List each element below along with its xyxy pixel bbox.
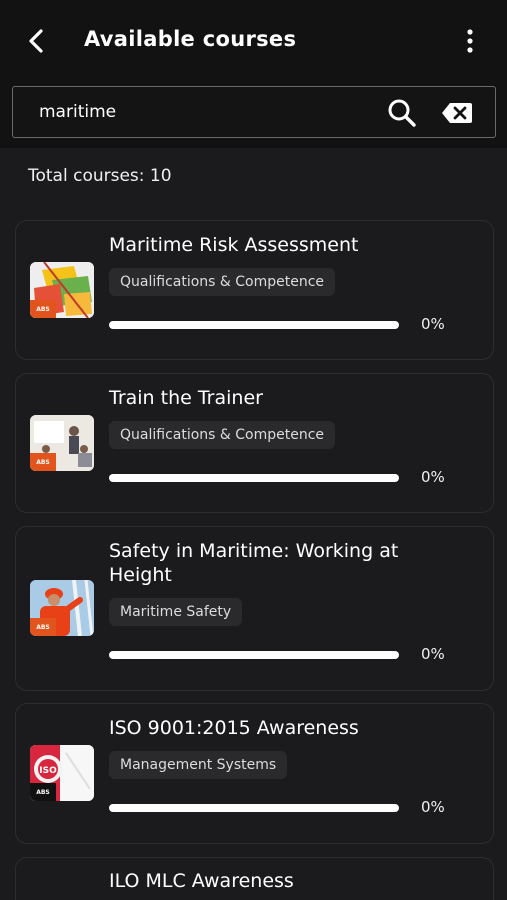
progress-percent: 0% — [421, 645, 445, 663]
backspace-clear-icon — [442, 103, 472, 123]
course-thumbnail: ABS — [30, 415, 94, 471]
course-category-tag: Management Systems — [109, 751, 288, 779]
svg-text:ISO: ISO — [39, 766, 57, 776]
progress-bar — [109, 474, 399, 482]
more-options-button[interactable] — [456, 26, 484, 56]
course-card[interactable]: ISO ABS ISO 9001:2015 Awareness Manageme… — [15, 703, 494, 844]
progress-percent: 0% — [421, 315, 445, 333]
progress-percent: 0% — [421, 798, 445, 816]
thumbnail-logo: ABS — [30, 300, 56, 318]
course-category-tag: Maritime Safety — [109, 598, 243, 626]
course-card[interactable]: ABS Safety in Maritime: Working at Heigh… — [15, 526, 494, 691]
thumbnail-logo: ABS — [30, 783, 56, 801]
search-box — [12, 86, 496, 138]
course-card[interactable]: ABS Maritime Risk Assessment Qualificati… — [15, 220, 494, 360]
back-button[interactable] — [22, 26, 50, 56]
progress-bar — [109, 804, 399, 812]
progress-bar — [109, 321, 399, 329]
thumbnail-logo: ABS — [30, 618, 56, 636]
course-card[interactable]: ILO MLC Awareness — [15, 857, 494, 900]
course-title: ISO 9001:2015 Awareness — [109, 717, 359, 739]
course-title: Train the Trainer — [109, 387, 263, 409]
search-button[interactable] — [385, 97, 419, 129]
course-category-tag: Qualifications & Competence — [109, 268, 336, 296]
course-thumbnail: ISO ABS — [30, 745, 94, 801]
course-title: Safety in Maritime: Working at Height — [109, 540, 399, 586]
course-thumbnail: ABS — [30, 262, 94, 318]
back-arrow-icon — [29, 29, 43, 53]
app-screen: Available courses Total courses: 10 — [0, 0, 507, 900]
more-vertical-icon — [467, 29, 473, 53]
progress-bar — [109, 651, 399, 659]
course-title: ILO MLC Awareness — [109, 870, 294, 892]
course-category-tag: Qualifications & Competence — [109, 421, 336, 449]
page-title: Available courses — [84, 27, 297, 51]
course-card[interactable]: ABS Train the Trainer Qualifications & C… — [15, 373, 494, 513]
total-courses-label: Total courses: 10 — [28, 166, 172, 186]
course-title: Maritime Risk Assessment — [109, 234, 359, 256]
clear-search-button[interactable] — [439, 99, 475, 127]
progress-percent: 0% — [421, 468, 445, 486]
thumbnail-logo: ABS — [30, 453, 56, 471]
search-input[interactable] — [39, 100, 369, 124]
course-thumbnail: ABS — [30, 580, 94, 636]
search-icon — [388, 99, 416, 127]
